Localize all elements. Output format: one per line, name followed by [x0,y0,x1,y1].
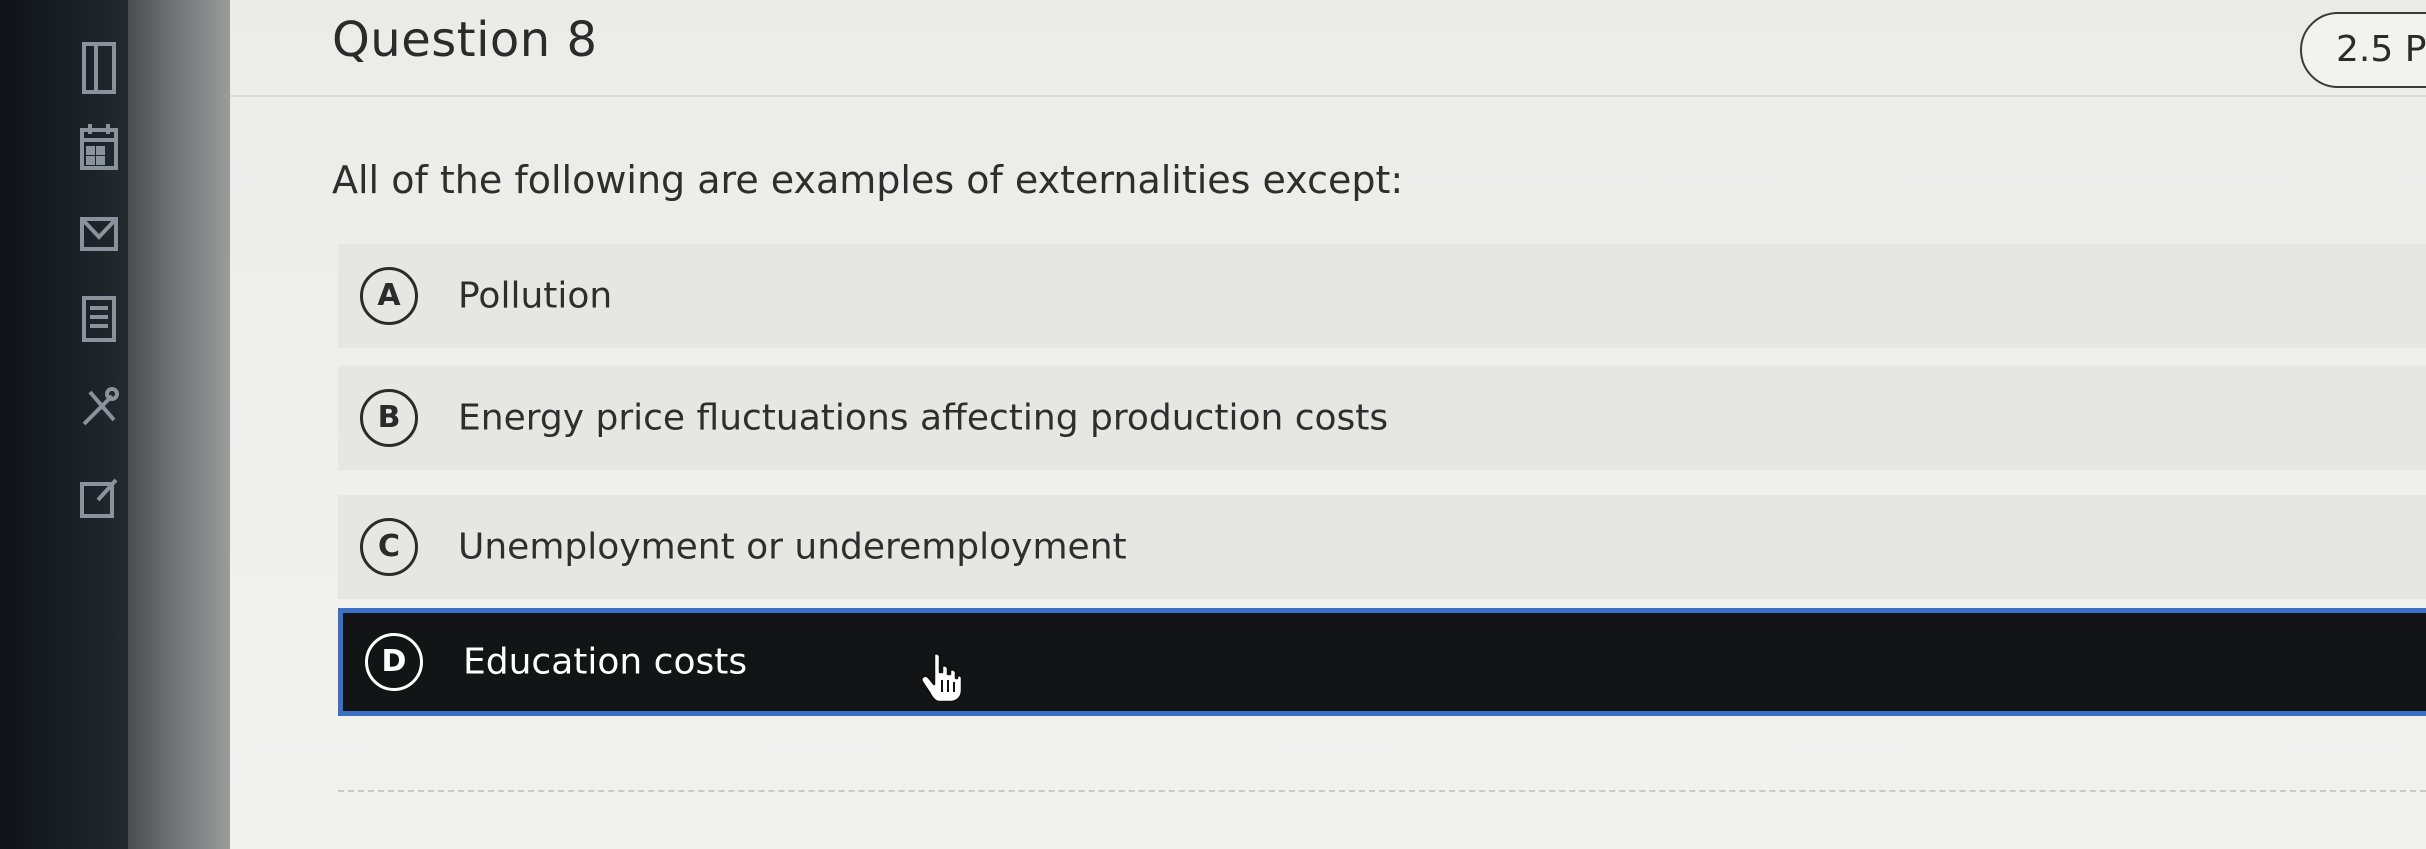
inbox-icon[interactable] [76,205,122,261]
question-prompt: All of the following are examples of ext… [332,158,1404,202]
points-badge: 2.5 P [2300,12,2426,88]
choice-label: Pollution [458,275,613,317]
choice-d[interactable]: D Education costs [338,608,2426,716]
choice-label: Unemployment or underemployment [458,526,1127,568]
choice-label: Energy price fluctuations affecting prod… [458,397,1389,439]
hand-cursor-icon [920,650,962,702]
choice-letter-badge: D [365,633,423,691]
edit-icon[interactable] [76,470,122,526]
section-divider [338,790,2426,792]
choice-letter-badge: B [360,389,418,447]
choice-b[interactable]: B Energy price fluctuations affecting pr… [338,366,2426,470]
choice-letter-badge: C [360,518,418,576]
sidebar-edge [128,0,230,849]
left-sidebar [0,0,128,849]
question-panel: Question 8 2.5 P All of the following ar… [230,0,2426,849]
choice-a[interactable]: A Pollution [338,244,2426,348]
choice-label: Education costs [463,641,748,683]
tools-icon[interactable] [76,380,122,436]
choice-c[interactable]: C Unemployment or underemployment [338,495,2426,599]
header-divider [230,95,2426,97]
question-title: Question 8 [332,12,598,68]
list-icon[interactable] [76,290,122,346]
document-icon[interactable] [76,40,122,96]
calendar-icon[interactable] [76,120,122,176]
choice-letter-badge: A [360,267,418,325]
